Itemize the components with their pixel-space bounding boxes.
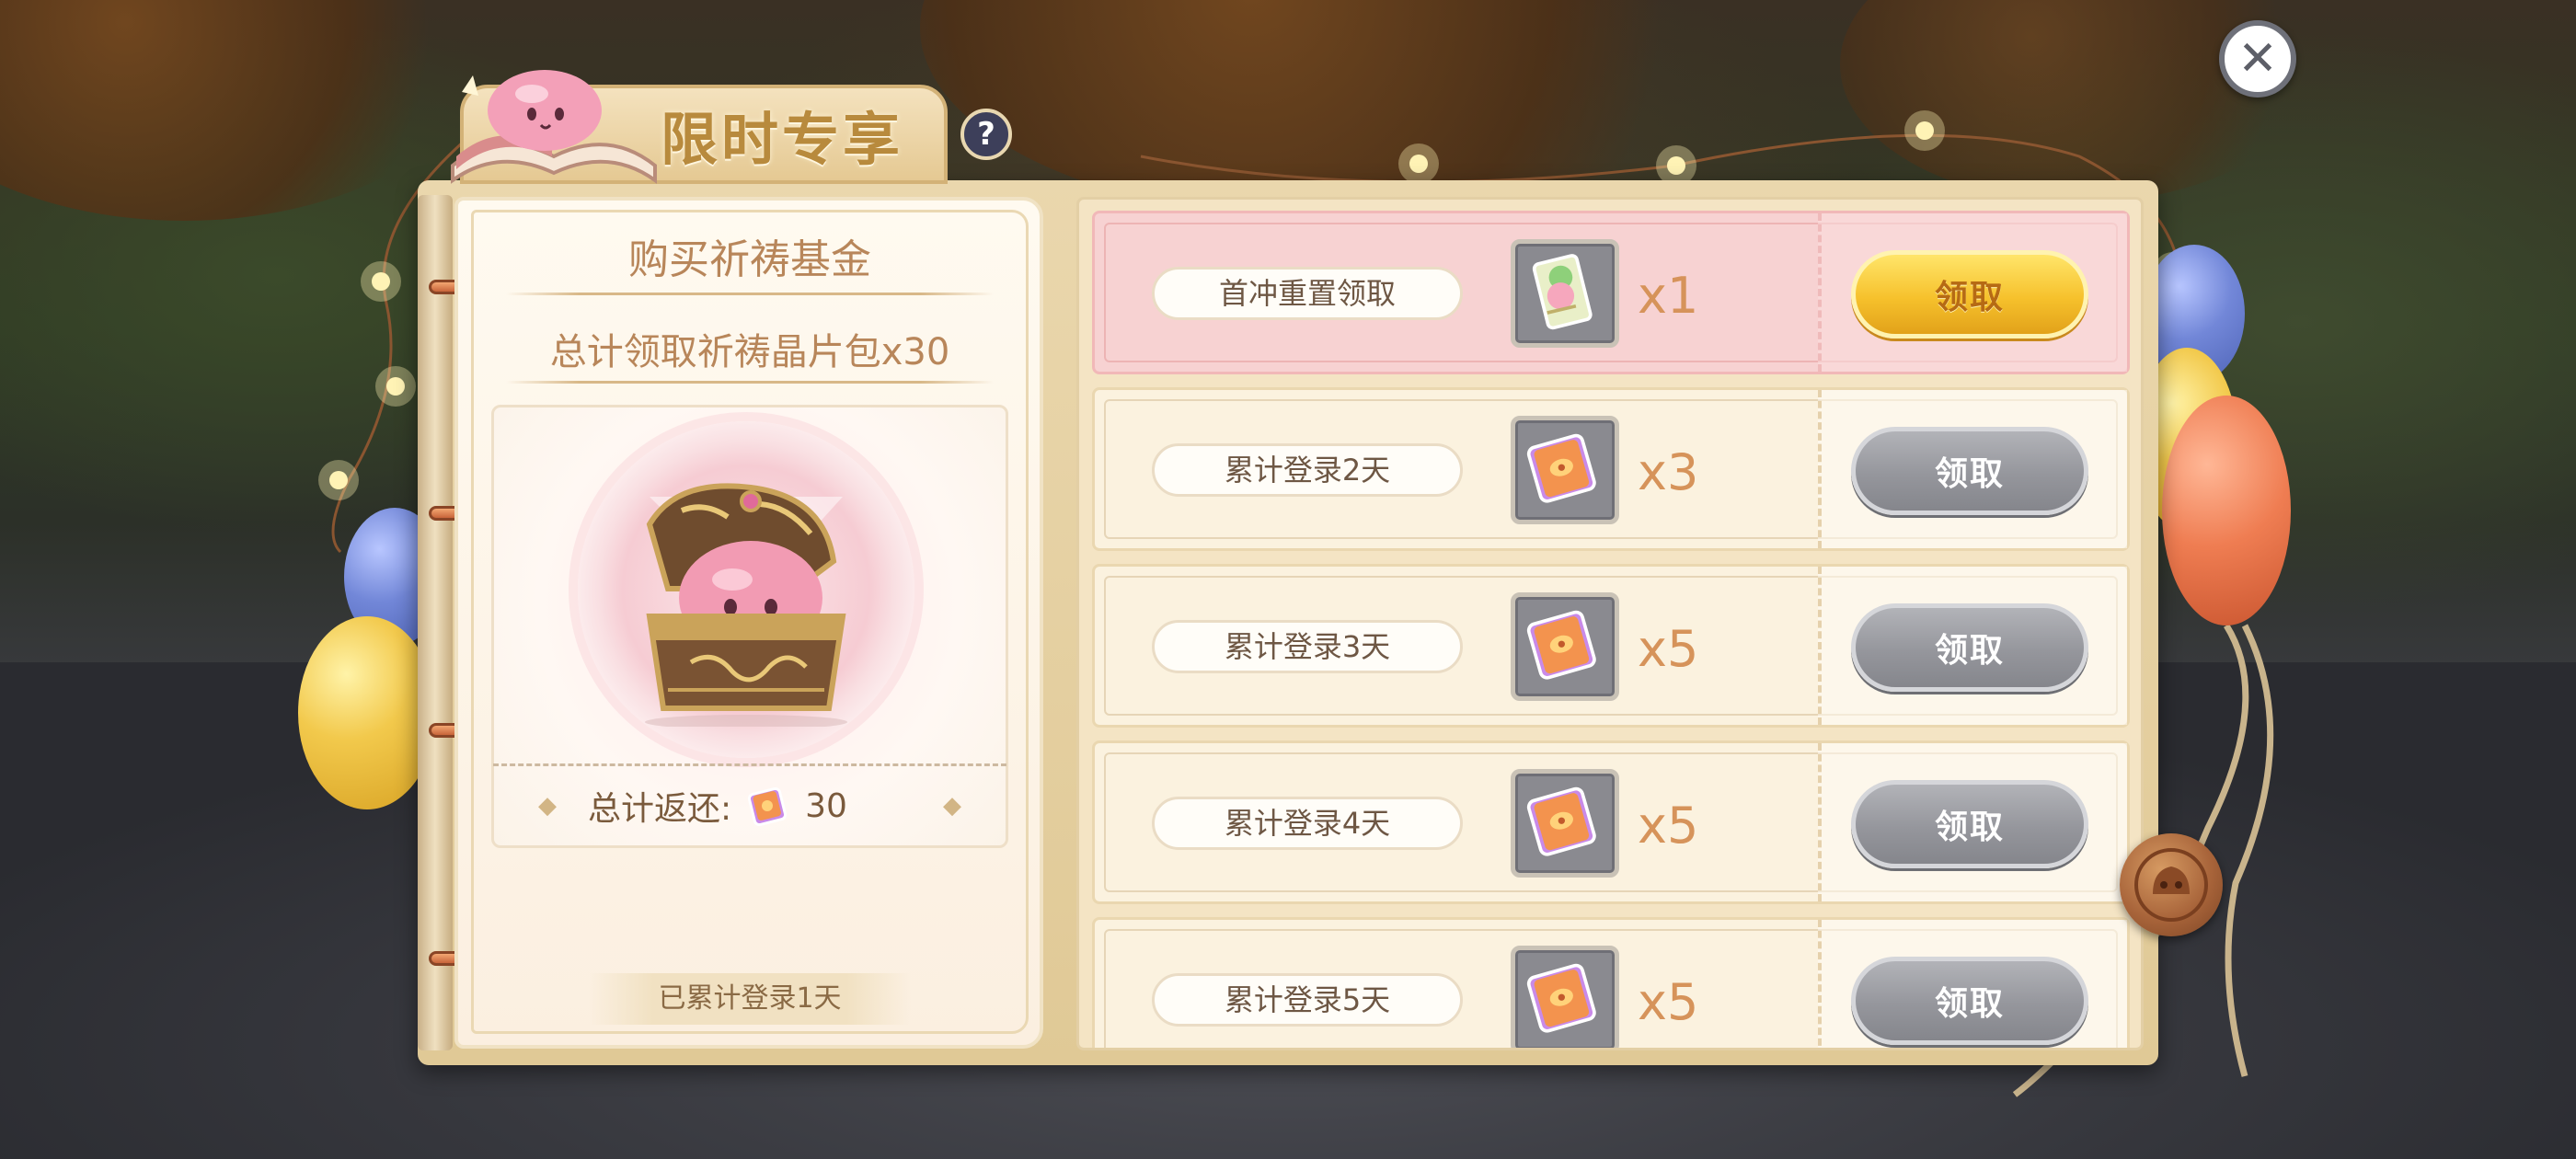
fund-title: 购买祈祷基金	[628, 236, 871, 283]
reward-row: 首冲重置领取 x1 领取	[1092, 211, 2130, 374]
refund-amount: 30	[805, 786, 847, 825]
reward-quantity: x1	[1638, 267, 1699, 325]
help-icon: ?	[977, 116, 995, 153]
treasure-chest-icon	[645, 483, 847, 727]
refund-label: 总计返还:	[588, 790, 732, 828]
subtitle-divider	[506, 381, 994, 384]
prayer-crystal-pack-icon[interactable]	[1511, 592, 1619, 701]
book-spine	[418, 195, 453, 1050]
reward-quantity: x5	[1638, 797, 1699, 855]
reward-quantity: x3	[1638, 443, 1699, 501]
claim-button[interactable]: 领取	[1851, 250, 2088, 339]
balloon-orange-right	[2162, 396, 2291, 625]
login-progress-text: 已累计登录1天	[589, 973, 911, 1025]
reward-condition-label: 首冲重置领取	[1152, 267, 1463, 320]
claim-button[interactable]: 领取	[1851, 957, 2088, 1045]
claim-button[interactable]: 领取	[1851, 603, 2088, 692]
wax-seal-icon	[2120, 833, 2223, 936]
diamond-ornament-icon: ◆	[942, 792, 961, 820]
prayer-crystal-pack-icon[interactable]	[1511, 946, 1619, 1048]
reward-list[interactable]: 首冲重置领取 x1 领取 累计登录2天 x3 领取 累计登录3天 x5 领取 累…	[1076, 197, 2144, 1050]
reward-row: 累计登录4天 x5 领取	[1092, 740, 2130, 904]
reward-condition-label: 累计登录3天	[1152, 620, 1463, 673]
card-dashed-divider	[493, 763, 1006, 766]
close-button[interactable]: ✕	[2219, 20, 2296, 98]
help-button[interactable]: ?	[960, 109, 1012, 160]
claim-button[interactable]: 领取	[1851, 780, 2088, 868]
reward-condition-label: 累计登录2天	[1152, 443, 1463, 497]
reward-row: 累计登录3天 x5 领取	[1092, 564, 2130, 728]
diamond-ornament-icon: ◆	[538, 792, 558, 820]
prayer-crystal-pack-icon	[744, 782, 792, 830]
claim-button[interactable]: 领取	[1851, 427, 2088, 515]
reward-condition-label: 累计登录5天	[1152, 973, 1463, 1027]
reward-row: 累计登录5天 x5 领取	[1092, 917, 2130, 1048]
close-icon: ✕	[2237, 31, 2278, 86]
reward-quantity: x5	[1638, 620, 1699, 678]
prayer-crystal-pack-icon[interactable]	[1511, 416, 1619, 524]
open-book-icon	[451, 70, 657, 184]
reward-quantity: x5	[1638, 973, 1699, 1031]
refund-summary: ◆ 总计返还: 30 ◆	[491, 778, 1008, 833]
event-title: 限时专享	[661, 106, 904, 173]
reward-condition-label: 累计登录4天	[1152, 797, 1463, 850]
title-divider	[506, 293, 994, 295]
reset-ticket-icon[interactable]	[1511, 239, 1619, 348]
reward-row: 累计登录2天 x3 领取	[1092, 387, 2130, 551]
balloon-yellow-left	[298, 616, 436, 809]
fund-subtitle: 总计领取祈祷晶片包x30	[549, 331, 950, 373]
prayer-crystal-pack-icon[interactable]	[1511, 769, 1619, 878]
